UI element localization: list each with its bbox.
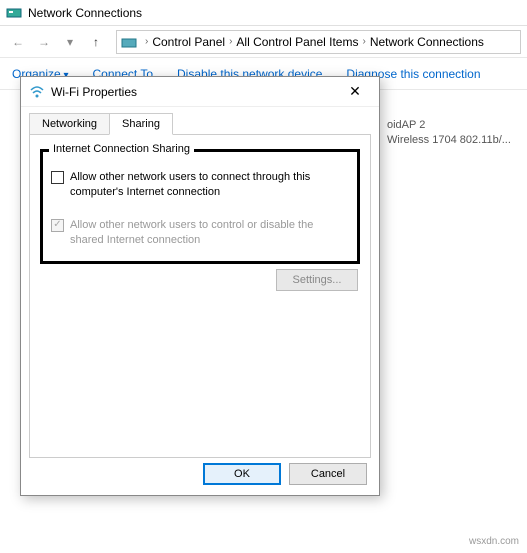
chevron-right-icon: › (145, 36, 148, 47)
nav-forward-icon: → (32, 30, 56, 54)
wifi-icon (29, 84, 45, 100)
checkbox-icon (51, 219, 64, 232)
breadcrumb[interactable]: › Control Panel › All Control Panel Item… (116, 30, 521, 54)
dialog-buttons: OK Cancel (203, 463, 367, 485)
group-legend: Internet Connection Sharing (49, 143, 194, 155)
network-connection-item[interactable]: oidAP 2 Wireless 1704 802.11b/... (387, 118, 517, 149)
breadcrumb-item[interactable]: Network Connections (370, 35, 484, 49)
nav-up-icon[interactable]: ↑ (84, 30, 108, 54)
network-adapter-desc: Wireless 1704 802.11b/... (387, 133, 517, 148)
checkbox-icon[interactable] (51, 171, 64, 184)
nav-bar: ← → ▾ ↑ › Control Panel › All Control Pa… (0, 26, 527, 58)
dialog-titlebar: Wi-Fi Properties ✕ (21, 77, 379, 107)
allow-control-label: Allow other network users to control or … (70, 218, 349, 248)
close-icon[interactable]: ✕ (339, 80, 371, 104)
window-icon (6, 5, 22, 21)
cancel-button[interactable]: Cancel (289, 463, 367, 485)
tab-strip: Networking Sharing (21, 107, 379, 134)
nav-recent-icon[interactable]: ▾ (58, 30, 82, 54)
ok-button[interactable]: OK (203, 463, 281, 485)
allow-connect-checkbox-row[interactable]: Allow other network users to connect thr… (51, 170, 349, 200)
nav-back-icon[interactable]: ← (6, 30, 30, 54)
watermark: wsxdn.com (469, 536, 519, 547)
breadcrumb-item[interactable]: All Control Panel Items (236, 35, 358, 49)
dialog-title: Wi-Fi Properties (51, 85, 339, 99)
chevron-right-icon: › (362, 36, 365, 47)
tab-sharing[interactable]: Sharing (109, 113, 173, 135)
chevron-right-icon: › (229, 36, 232, 47)
ics-group: Internet Connection Sharing Allow other … (40, 149, 360, 264)
network-name: oidAP 2 (387, 118, 517, 133)
settings-button: Settings... (276, 269, 358, 291)
allow-connect-label: Allow other network users to connect thr… (70, 170, 349, 200)
breadcrumb-icon (121, 34, 137, 50)
window-title: Network Connections (28, 6, 142, 20)
allow-control-checkbox-row: Allow other network users to control or … (51, 218, 349, 248)
breadcrumb-item[interactable]: Control Panel (152, 35, 225, 49)
tab-networking[interactable]: Networking (29, 113, 110, 134)
window-titlebar: Network Connections (0, 0, 527, 26)
tab-panel-sharing: Internet Connection Sharing Allow other … (29, 134, 371, 458)
wifi-properties-dialog: Wi-Fi Properties ✕ Networking Sharing In… (20, 76, 380, 496)
